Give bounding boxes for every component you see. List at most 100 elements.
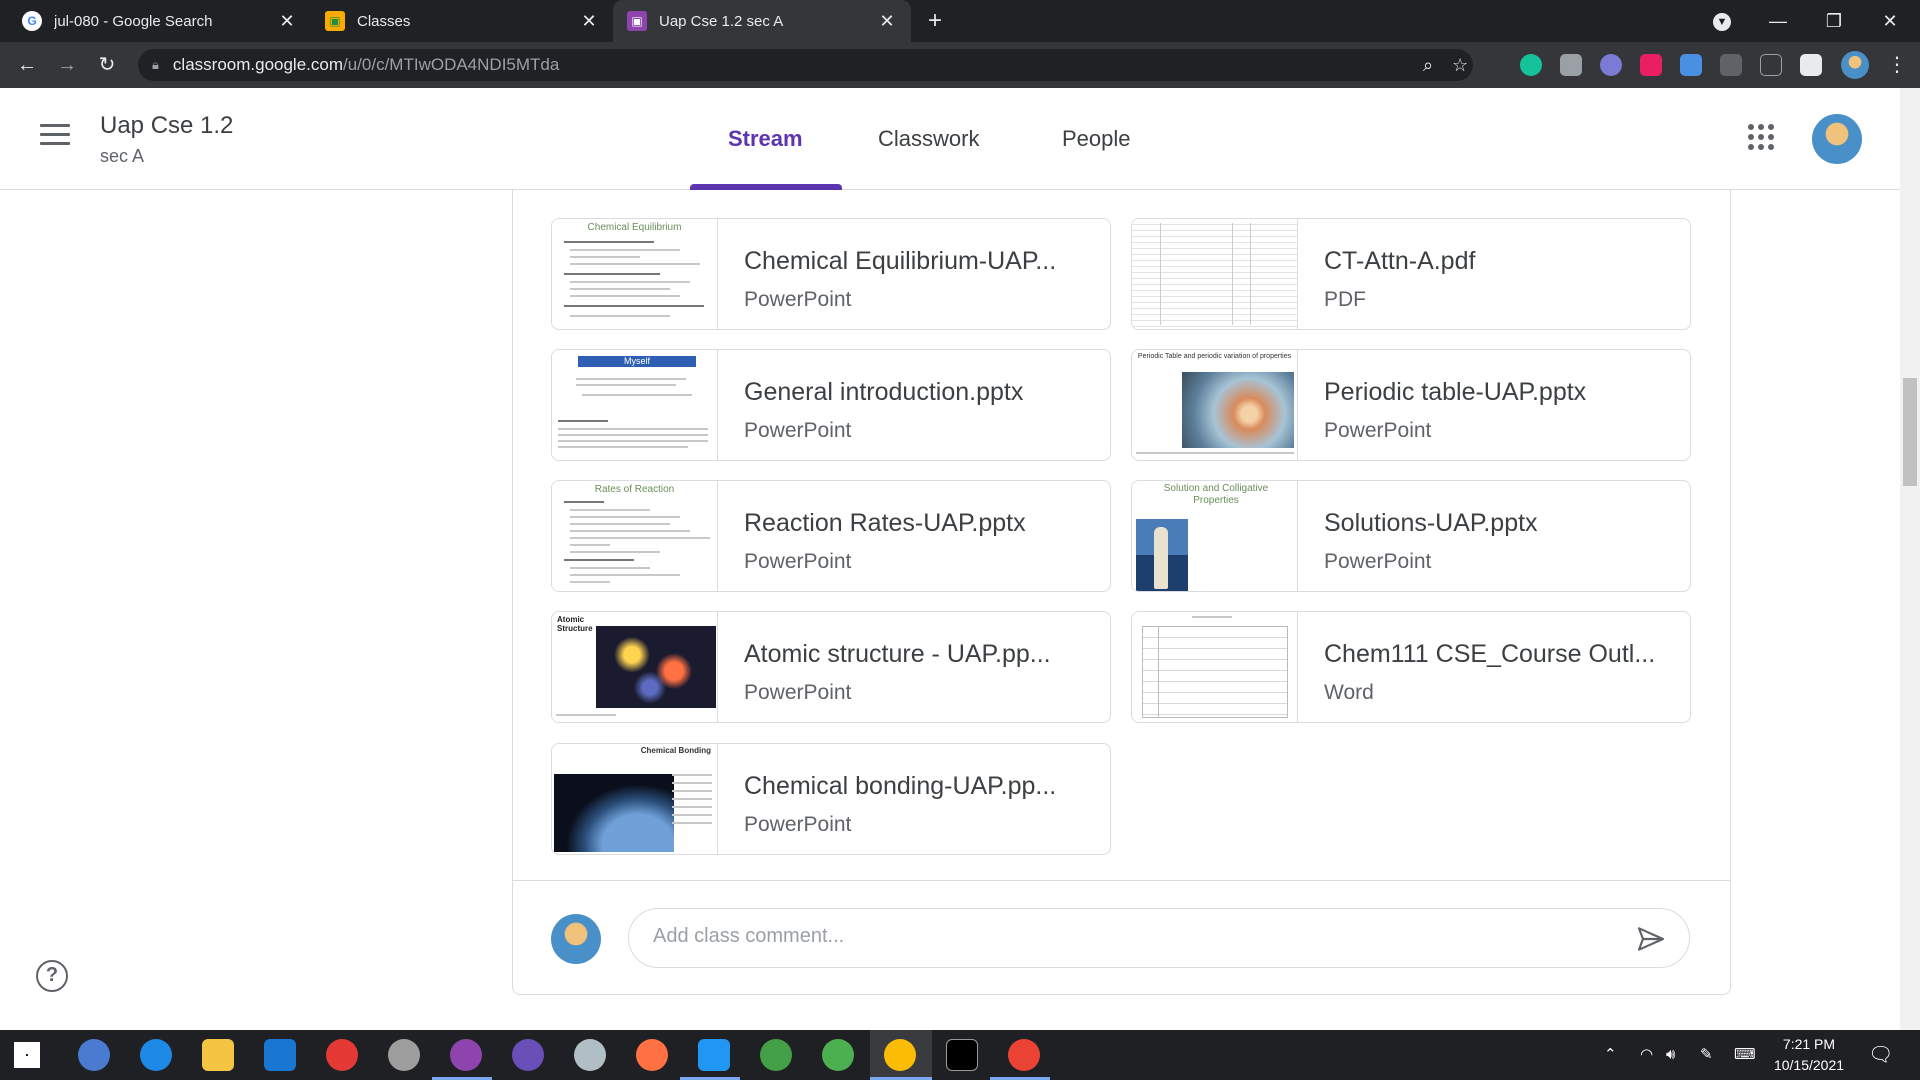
scrollbar-thumb[interactable] — [1903, 378, 1917, 486]
edge-icon[interactable] — [140, 1039, 172, 1071]
attachment-card[interactable]: Chemical Bonding Chemical bonding-UAP.pp… — [551, 743, 1111, 855]
gb-app-icon[interactable] — [78, 1039, 110, 1071]
github-icon[interactable] — [512, 1039, 544, 1071]
attachment-card[interactable]: Chemical Equilibrium Chemical Equilibriu… — [551, 218, 1111, 330]
attachment-card[interactable]: Solution and Colligative Properties Solu… — [1131, 480, 1691, 592]
close-window-button[interactable]: ✕ — [1862, 0, 1918, 42]
attachment-card[interactable]: Atomic Structure Atomic structure - UAP.… — [551, 611, 1111, 723]
volume-icon[interactable]: 🔊︎ — [1666, 1030, 1675, 1080]
extension-icon[interactable] — [1600, 54, 1622, 76]
back-button[interactable]: ← — [12, 50, 42, 80]
browser-tab-google-search[interactable]: G jul-080 - Google Search ✕ — [8, 0, 311, 42]
class-section: sec A — [100, 146, 145, 166]
file-explorer-icon[interactable] — [202, 1039, 234, 1071]
hamburger-menu-icon[interactable] — [40, 124, 70, 148]
address-bar[interactable]: 🔒︎ classroom.google.com/u/0/c/MTIwODA4ND… — [138, 49, 1473, 81]
attachment-name: Solutions-UAP.pptx — [1324, 509, 1538, 537]
attachment-name: Atomic structure - UAP.pp... — [744, 640, 1051, 668]
thumb-title: Rates of Reaction — [594, 484, 675, 495]
slide-thumbnail: Atomic Structure — [552, 612, 718, 722]
camera-extension-icon[interactable] — [1560, 54, 1582, 76]
attachment-card[interactable]: Rates of Reaction Reaction Rates-UAP.ppt… — [551, 480, 1111, 592]
app-icon[interactable] — [388, 1039, 420, 1071]
play-extension-icon[interactable] — [1640, 54, 1662, 76]
extension-icon[interactable] — [1720, 54, 1742, 76]
planet-image — [554, 774, 674, 852]
classroom-icon: ▣ — [627, 11, 647, 31]
forward-button[interactable]: → — [52, 50, 82, 80]
tab-search-icon[interactable]: ▼ — [1694, 0, 1750, 42]
profile-avatar-icon[interactable] — [1841, 51, 1869, 79]
app-icon[interactable] — [574, 1039, 606, 1071]
mail-icon[interactable] — [264, 1039, 296, 1071]
attachment-name: Reaction Rates-UAP.pptx — [744, 509, 1026, 537]
browser-toolbar: ← → ↻ 🔒︎ classroom.google.com/u/0/c/MTIw… — [0, 42, 1920, 88]
new-tab-button[interactable]: + — [920, 6, 950, 36]
firefox-icon[interactable] — [636, 1039, 668, 1071]
windows-start-icon[interactable] — [14, 1042, 40, 1068]
attachment-name: Chemical bonding-UAP.pp... — [744, 772, 1057, 800]
attachment-type: PowerPoint — [744, 288, 852, 311]
kebab-menu-icon[interactable]: ⋮ — [1882, 50, 1912, 80]
send-icon[interactable] — [1635, 923, 1667, 955]
tab-stream[interactable]: Stream — [728, 126, 803, 152]
page-scrollbar[interactable] — [1900, 88, 1920, 1030]
zoom-icon[interactable]: ⌕ — [1423, 49, 1433, 81]
puzzle-icon[interactable] — [1800, 54, 1822, 76]
attachment-card[interactable]: Myself General introduction.pptx PowerPo… — [551, 349, 1111, 461]
vscode-icon[interactable] — [698, 1039, 730, 1071]
browser-tab-classes[interactable]: ▣ Classes ✕ — [311, 0, 613, 42]
star-icon[interactable]: ☆ — [1452, 49, 1468, 81]
class-comment-input[interactable] — [653, 925, 1613, 948]
wifi-icon[interactable]: ◠ — [1640, 1030, 1653, 1080]
app-icon[interactable] — [760, 1039, 792, 1071]
terminal-icon[interactable] — [946, 1039, 978, 1071]
clock-time: 7:21 PM — [1782, 1036, 1836, 1052]
avatar[interactable] — [1812, 114, 1862, 164]
chrome-icon[interactable] — [884, 1039, 916, 1071]
pdf-thumbnail — [1132, 219, 1298, 329]
help-icon[interactable]: ? — [36, 960, 68, 992]
tab-classwork[interactable]: Classwork — [878, 126, 979, 152]
close-icon[interactable]: ✕ — [277, 11, 297, 32]
thumb-title: Chemical Equilibrium — [587, 222, 682, 233]
messenger-icon[interactable] — [450, 1039, 482, 1071]
browser-tab-bar: G jul-080 - Google Search ✕ ▣ Classes ✕ … — [0, 0, 1920, 42]
attachment-type: Word — [1324, 681, 1374, 704]
attachment-name: Chem111 CSE_Course Outl... — [1324, 640, 1656, 668]
pen-extension-icon[interactable] — [1760, 54, 1782, 76]
classroom-header: Uap Cse 1.2 sec A Stream Classwork Peopl… — [0, 88, 1900, 190]
attachment-card[interactable]: Periodic Table and periodic variation of… — [1131, 349, 1691, 461]
url-text: classroom.google.com/u/0/c/MTIwODA4NDI5M… — [172, 55, 560, 74]
tab-title: Uap Cse 1.2 sec A — [659, 12, 784, 30]
class-title[interactable]: Uap Cse 1.2 — [100, 112, 233, 140]
attachment-card[interactable]: CT-Attn-A.pdf PDF — [1131, 218, 1691, 330]
notifications-icon[interactable]: 🗨︎ — [1868, 1030, 1893, 1080]
chrome-icon[interactable] — [1008, 1039, 1040, 1071]
taskbar-clock[interactable]: 7:21 PM 10/15/2021 — [1764, 1034, 1854, 1076]
windows-taskbar: ⌃ ◠ 🔊︎ ✎ ⌨ 7:21 PM 10/15/2021 🗨︎ — [0, 1030, 1920, 1080]
close-icon[interactable]: ✕ — [877, 11, 897, 32]
document-thumbnail — [1132, 612, 1298, 722]
chevron-up-icon[interactable]: ⌃ — [1604, 1030, 1617, 1080]
thumb-title: Solution and Colligative Properties — [1163, 483, 1269, 506]
opera-icon[interactable] — [326, 1039, 358, 1071]
minimize-button[interactable]: — — [1750, 0, 1806, 42]
attachment-card[interactable]: Chem111 CSE_Course Outl... Word — [1131, 611, 1691, 723]
reload-button[interactable]: ↻ — [92, 50, 122, 80]
comment-divider — [512, 880, 1731, 881]
grammarly-extension-icon[interactable] — [1520, 54, 1542, 76]
browser-tab-uap-cse[interactable]: ▣ Uap Cse 1.2 sec A ✕ — [613, 0, 911, 42]
keyboard-icon[interactable]: ⌨ — [1734, 1030, 1756, 1080]
download-extension-icon[interactable] — [1680, 54, 1702, 76]
close-icon[interactable]: ✕ — [579, 11, 599, 32]
stream-content: Chemical Equilibrium Chemical Equilibriu… — [0, 190, 1900, 1030]
google-apps-icon[interactable] — [1748, 124, 1774, 150]
tab-people[interactable]: People — [1062, 126, 1131, 152]
restore-button[interactable]: ❐ — [1806, 0, 1862, 42]
chrome-icon[interactable] — [822, 1039, 854, 1071]
slide-thumbnail: Periodic Table and periodic variation of… — [1132, 350, 1298, 460]
pen-icon[interactable]: ✎ — [1700, 1030, 1713, 1080]
avatar — [551, 914, 601, 964]
class-comment-box[interactable] — [628, 908, 1690, 968]
